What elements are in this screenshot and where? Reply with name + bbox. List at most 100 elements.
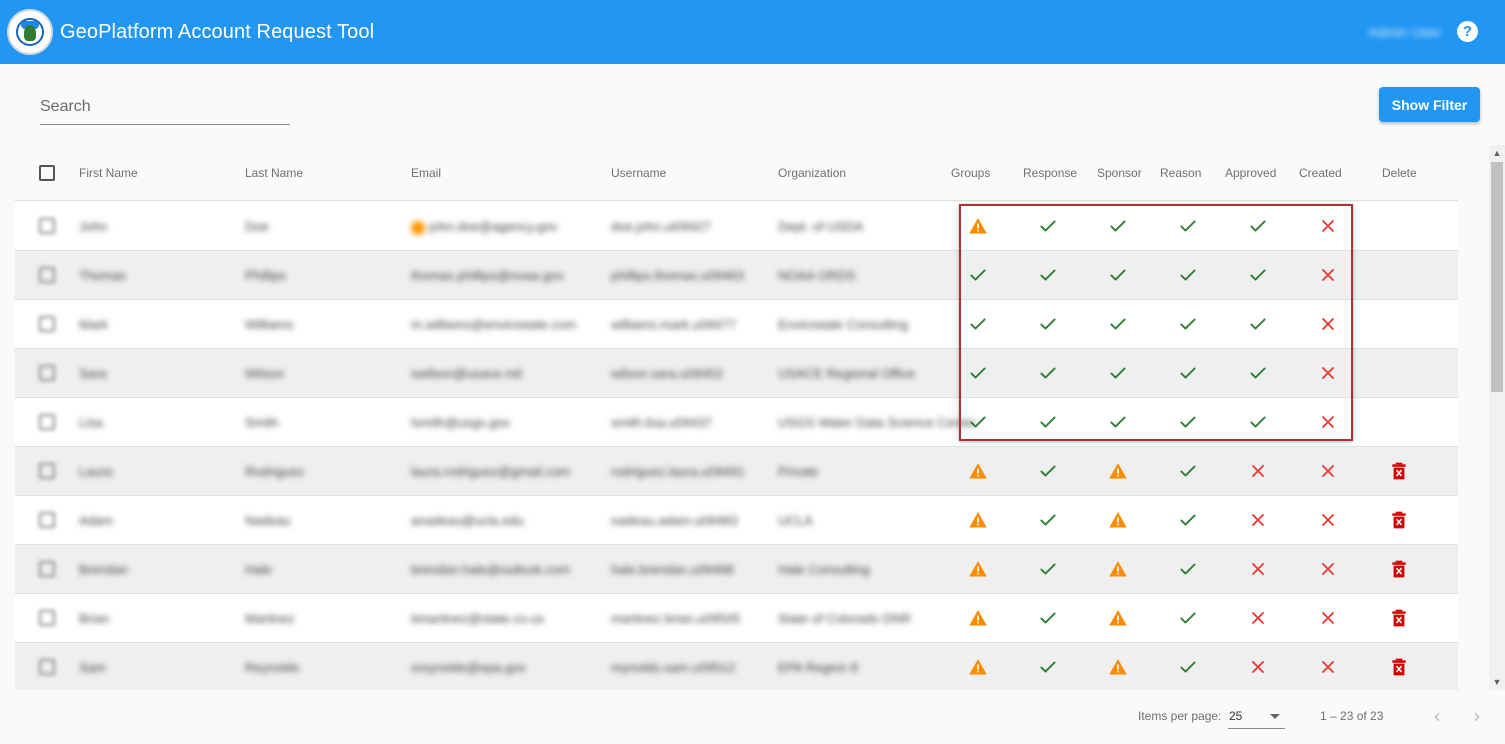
table-row[interactable]: Sam Reynolds sreynolds@epa.gov reynolds.sam…: [15, 643, 1458, 690]
cell-email: m.williams@envirostate.com: [411, 317, 576, 332]
cell-organization: UCLA: [778, 513, 813, 528]
column-header-organization[interactable]: Organization: [778, 166, 846, 180]
delete-trash-icon[interactable]: [1389, 461, 1409, 481]
delete-trash-icon[interactable]: [1389, 657, 1409, 677]
row-checkbox[interactable]: [39, 659, 55, 675]
cell-email-text: sreynolds@epa.gov: [411, 660, 527, 675]
groups-warning-icon: [968, 510, 988, 530]
cell-first-name: Thomas: [79, 268, 126, 283]
cell-organization-text: State of Colorado DNR: [778, 611, 911, 626]
column-header-sponsor[interactable]: Sponsor: [1097, 166, 1142, 180]
show-filter-button[interactable]: Show Filter: [1379, 87, 1480, 122]
cell-email-text: brendan.hale@outlook.com: [411, 562, 571, 577]
cell-organization-text: Private: [778, 464, 819, 479]
row-checkbox[interactable]: [39, 561, 55, 577]
cell-last-name-text: Martinez: [245, 611, 295, 626]
table-row[interactable]: Laura Rodriguez laura.rodriguez@gmail.com r…: [15, 447, 1458, 496]
cell-email-text: anadeau@ucla.edu: [411, 513, 524, 528]
reason-check-icon: [1178, 510, 1198, 530]
created-close-x-icon: [1318, 461, 1338, 481]
cell-first-name: Brendan: [79, 562, 128, 577]
cell-last-name-text: Smith: [245, 415, 279, 430]
next-page-button[interactable]: ›: [1465, 704, 1489, 728]
column-header-last-name[interactable]: Last Name: [245, 166, 303, 180]
cell-email: anadeau@ucla.edu: [411, 513, 524, 528]
cell-email-text: john.doe@agency.gov: [429, 219, 558, 234]
approved-close-x-icon: [1248, 608, 1268, 628]
cell-first-name-text: John: [79, 219, 108, 234]
groups-warning-icon: [968, 657, 988, 677]
table-row[interactable]: Brendan Hale brendan.hale@outlook.com hale.…: [15, 545, 1458, 594]
column-header-reason[interactable]: Reason: [1160, 166, 1201, 180]
cell-organization-text: Dept. of USDA: [778, 219, 864, 234]
cell-last-name-text: Nadeau: [245, 513, 291, 528]
cell-username-text: williams.mark.u09477: [611, 317, 736, 332]
row-checkbox[interactable]: [39, 218, 55, 234]
approved-close-x-icon: [1248, 461, 1268, 481]
cell-first-name: Sara: [79, 366, 106, 381]
column-header-username[interactable]: Username: [611, 166, 666, 180]
cell-organization: Private: [778, 464, 818, 479]
highlight-annotation-box: [959, 204, 1353, 441]
column-header-first-name[interactable]: First Name: [79, 166, 138, 180]
approved-close-x-icon: [1248, 657, 1268, 677]
scroll-down-arrow-icon[interactable]: ▼: [1489, 674, 1505, 690]
groups-warning-icon: [968, 608, 988, 628]
cell-last-name: Wilson: [245, 366, 284, 381]
cell-organization-text: UCLA: [778, 513, 813, 528]
items-per-page-label: Items per page:: [1138, 709, 1222, 723]
cell-first-name-text: Mark: [79, 317, 108, 332]
row-checkbox[interactable]: [39, 610, 55, 626]
page-range-label: 1 – 23 of 23: [1320, 709, 1384, 723]
cell-organization: NOAA ORDS: [778, 268, 855, 283]
cell-last-name: Doe: [245, 219, 269, 234]
cell-first-name-text: Brendan: [79, 562, 129, 577]
select-all-checkbox[interactable]: [39, 165, 55, 181]
row-checkbox[interactable]: [39, 267, 55, 283]
row-checkbox[interactable]: [39, 414, 55, 430]
row-checkbox[interactable]: [39, 512, 55, 528]
cell-first-name-text: Adam: [79, 513, 113, 528]
cell-email: thomas.phillips@noaa.gov: [411, 268, 564, 283]
row-checkbox[interactable]: [39, 365, 55, 381]
delete-trash-icon[interactable]: [1389, 559, 1409, 579]
user-name[interactable]: Admin User: [1368, 24, 1441, 40]
cell-username-text: martinez.brian.u09505: [611, 611, 741, 626]
table-row[interactable]: Adam Nadeau anadeau@ucla.edu nadeau.adam.u0…: [15, 496, 1458, 545]
items-per-page-select[interactable]: 25: [1228, 702, 1285, 729]
previous-page-button[interactable]: ‹: [1425, 704, 1449, 728]
delete-trash-icon[interactable]: [1389, 608, 1409, 628]
epa-seal-logo: [7, 9, 53, 55]
row-checkbox[interactable]: [39, 316, 55, 332]
cell-first-name-text: Sam: [79, 660, 106, 675]
cell-first-name-text: Sara: [79, 366, 107, 381]
column-header-groups[interactable]: Groups: [951, 166, 990, 180]
cell-first-name: Lisa: [79, 415, 103, 430]
cell-username: hale.brendan.u09498: [611, 562, 734, 577]
reason-check-icon: [1178, 608, 1198, 628]
cell-organization-text: NOAA ORDS: [778, 268, 856, 283]
cell-last-name: Smith: [245, 415, 278, 430]
row-checkbox[interactable]: [39, 463, 55, 479]
scroll-thumb[interactable]: [1491, 162, 1503, 392]
response-check-icon: [1038, 461, 1058, 481]
cell-organization-text: USACE Regional Office: [778, 366, 916, 381]
table-row[interactable]: Brian Martinez bmartinez@state.co.us martin…: [15, 594, 1458, 643]
vertical-scrollbar[interactable]: ▲ ▼: [1489, 145, 1505, 690]
column-header-email[interactable]: Email: [411, 166, 441, 180]
column-header-created[interactable]: Created: [1299, 166, 1342, 180]
help-icon[interactable]: ?: [1457, 21, 1478, 42]
cell-last-name-text: Hale: [245, 562, 272, 577]
column-header-response[interactable]: Response: [1023, 166, 1077, 180]
search-field[interactable]: [40, 96, 290, 125]
cell-last-name: Hale: [245, 562, 272, 577]
column-header-approved[interactable]: Approved: [1225, 166, 1276, 180]
search-input[interactable]: [40, 96, 290, 116]
delete-trash-icon[interactable]: [1389, 510, 1409, 530]
scroll-up-arrow-icon[interactable]: ▲: [1489, 145, 1505, 161]
created-close-x-icon: [1318, 608, 1338, 628]
cell-username: nadeau.adam.u09483: [611, 513, 738, 528]
cell-username: martinez.brian.u09505: [611, 611, 740, 626]
cell-email: bmartinez@state.co.us: [411, 611, 544, 626]
email-flag-icon: [411, 220, 425, 235]
